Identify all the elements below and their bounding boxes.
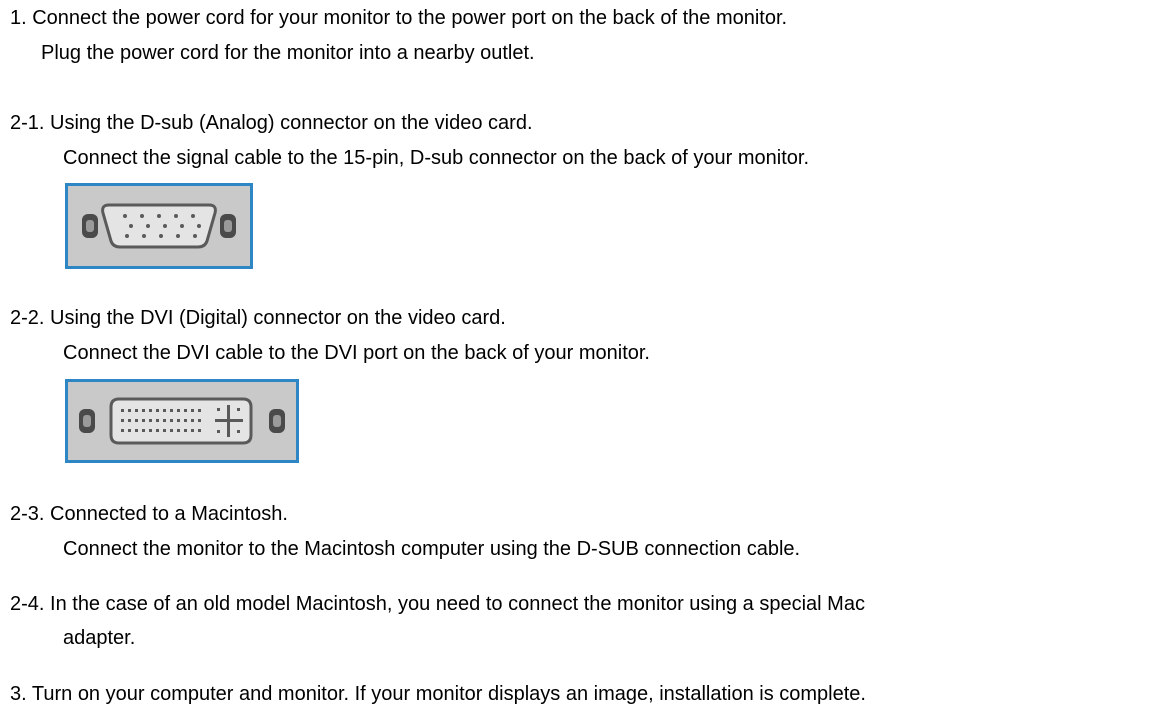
step-2-2-text: 2-2. Using the DVI (Digital) connector o… xyxy=(10,307,506,329)
dvi-connector-icon xyxy=(65,379,299,463)
step-2-4-text: 2-4. In the case of an old model Macinto… xyxy=(10,593,865,615)
dsub-connector-icon xyxy=(65,183,253,269)
step-3-text: 3. Turn on your computer and monitor. If… xyxy=(10,683,866,705)
step-2-1-text: 2-1. Using the D-sub (Analog) connector … xyxy=(10,112,533,134)
step-1-text: 1. Connect the power cord for your monit… xyxy=(10,7,788,29)
step-2-4-subtext: adapter. xyxy=(63,627,136,649)
step-2-3-subtext: Connect the monitor to the Macintosh com… xyxy=(63,538,801,560)
step-2-1-subtext: Connect the signal cable to the 15-pin, … xyxy=(63,147,809,169)
step-2-2-subtext: Connect the DVI cable to the DVI port on… xyxy=(63,342,650,364)
step-1-subtext: Plug the power cord for the monitor into… xyxy=(41,42,535,64)
step-2-3-text: 2-3. Connected to a Macintosh. xyxy=(10,503,288,525)
